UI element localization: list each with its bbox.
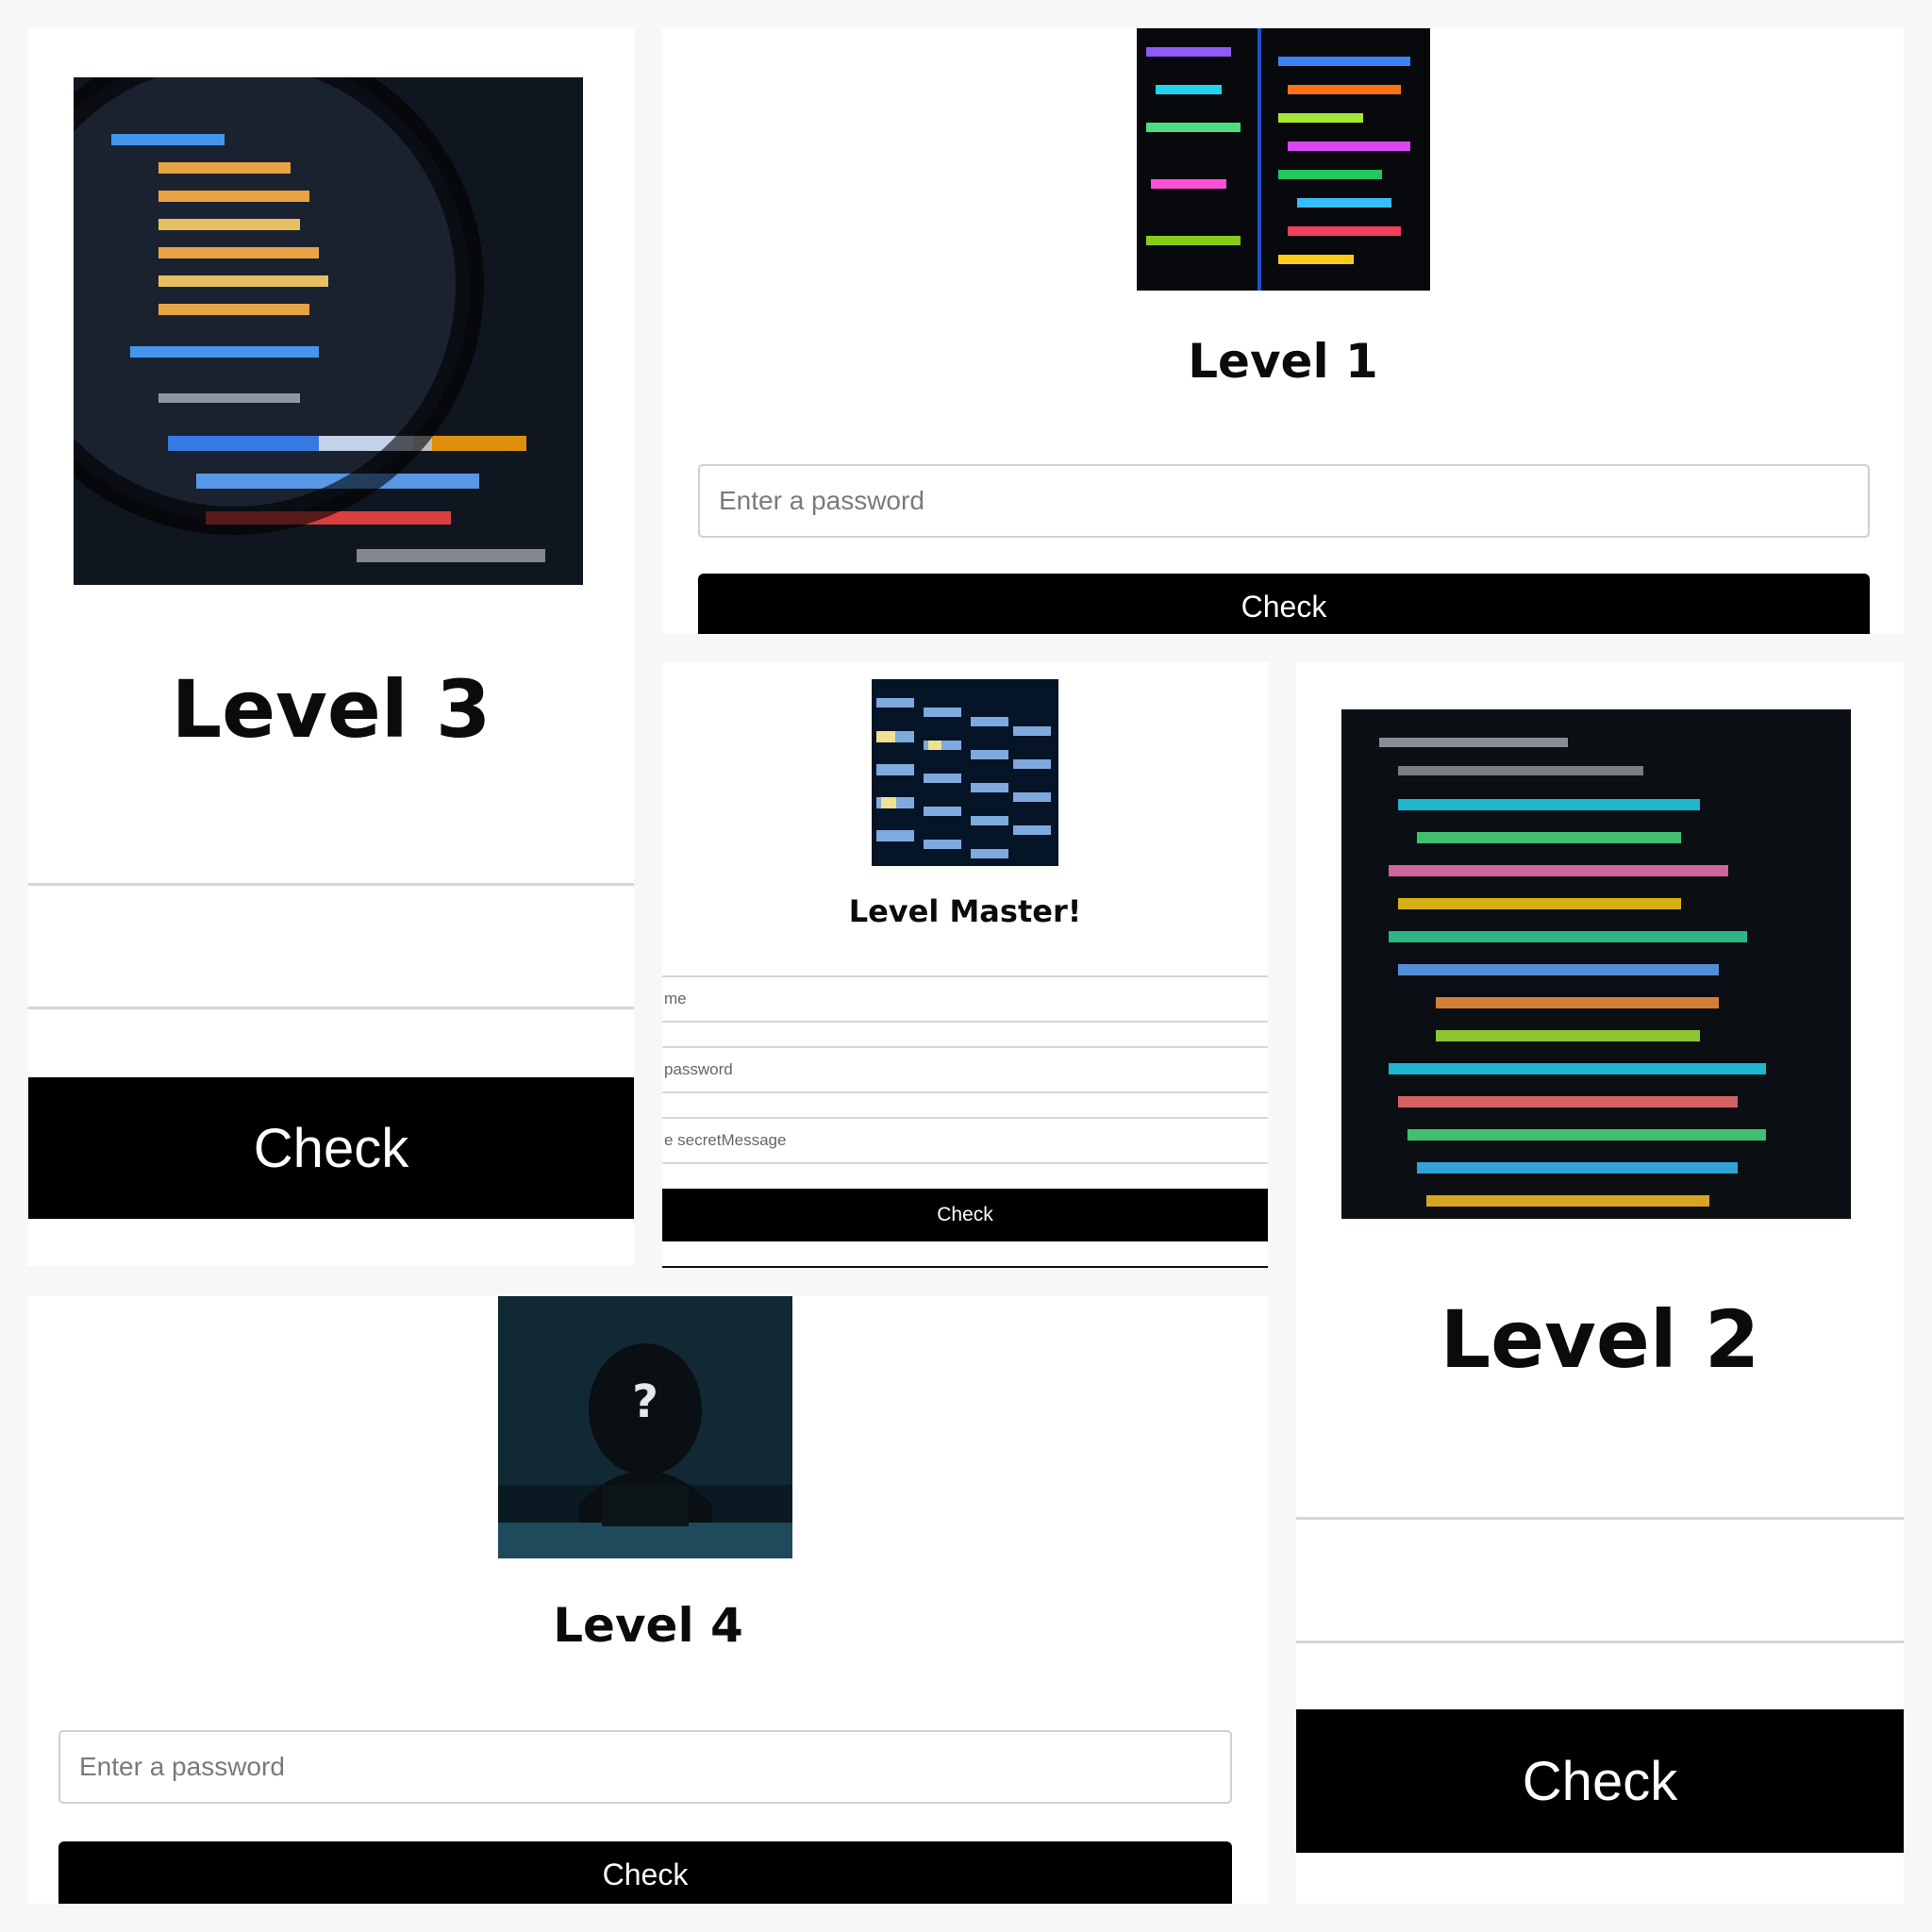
master-check-button[interactable]: Check [662,1189,1268,1241]
level1-password-input[interactable] [698,464,1870,538]
level2-title: Level 2 [1440,1293,1760,1386]
master-panel: Level Master! Check [662,662,1268,1268]
level2-input-1[interactable] [1296,1517,1904,1643]
level4-panel: ? Level 4 Check [28,1296,1268,1904]
level2-image [1341,709,1851,1219]
level3-title: Level 3 [171,663,491,756]
master-secret-input[interactable] [662,1117,1268,1164]
svg-text:?: ? [632,1375,658,1428]
level3-input-1[interactable] [28,883,634,1009]
master-divider [662,1266,1268,1268]
master-password-input[interactable] [662,1046,1268,1093]
level1-panel: Level 1 Check [662,28,1904,634]
level4-title: Level 4 [553,1598,743,1653]
level2-panel: Level 2 Check [1296,662,1904,1904]
level4-image: ? [498,1296,792,1558]
level3-panel: Level 3 Check [28,28,634,1266]
level4-password-input[interactable] [58,1730,1232,1804]
level2-check-button[interactable]: Check [1296,1709,1904,1853]
level1-check-button[interactable]: Check [698,574,1870,634]
level3-image [74,77,583,585]
level1-title: Level 1 [1188,334,1378,389]
level1-image [1137,28,1430,291]
master-title: Level Master! [848,893,1082,929]
level3-check-button[interactable]: Check [28,1077,634,1219]
master-image [872,679,1058,866]
master-name-input[interactable] [662,975,1268,1023]
level4-check-button[interactable]: Check [58,1841,1232,1904]
